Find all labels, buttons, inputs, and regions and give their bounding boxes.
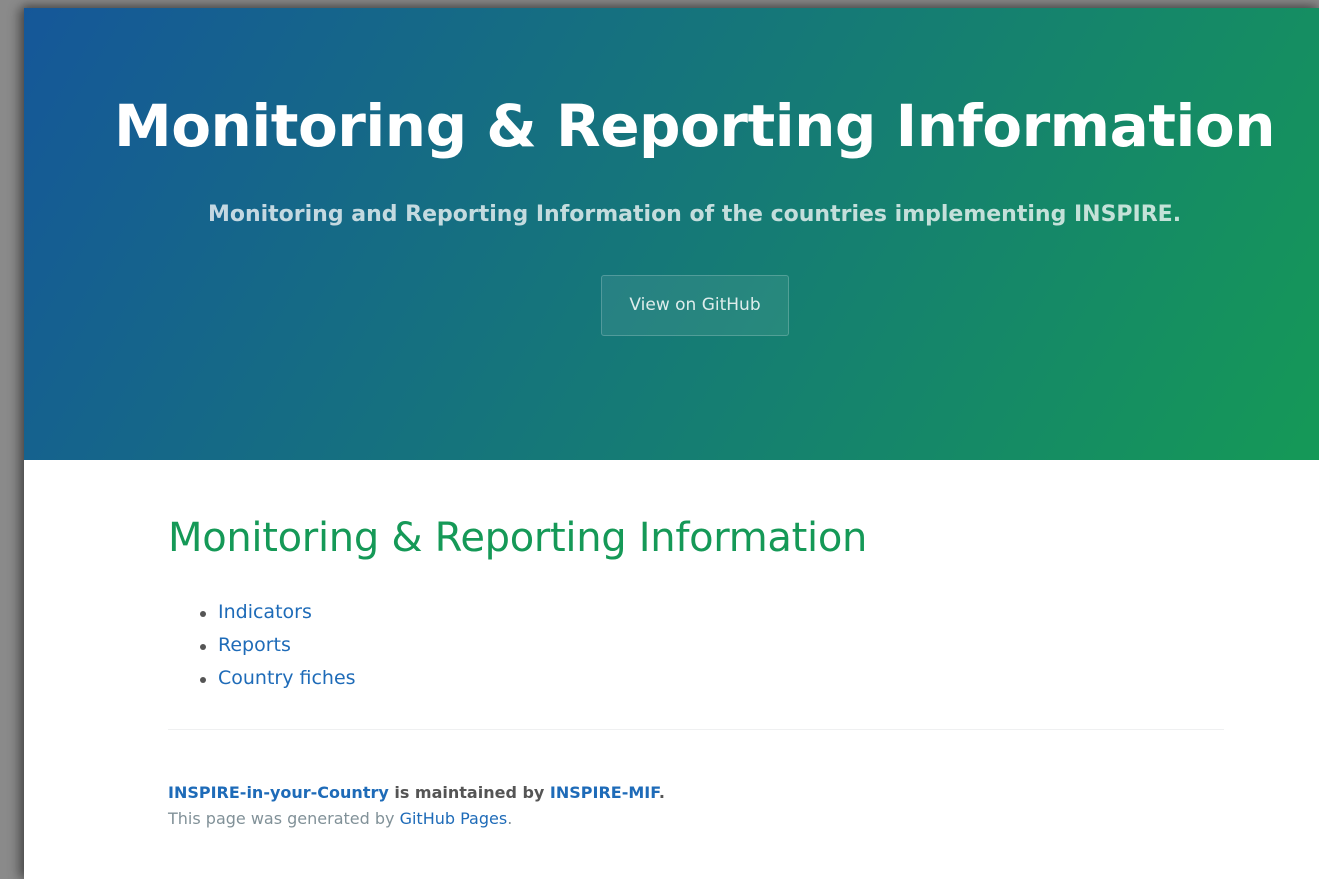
divider <box>168 729 1224 730</box>
repo-link[interactable]: INSPIRE-in-your-Country <box>168 783 389 802</box>
bullet-icon <box>200 677 206 683</box>
owner-link[interactable]: INSPIRE-MIF <box>550 783 659 802</box>
list-item: Country fiches <box>168 662 356 695</box>
browser-page: Monitoring & Reporting Information Monit… <box>24 8 1319 879</box>
project-title: Monitoring & Reporting Information <box>113 92 1276 160</box>
footer-owner: INSPIRE-in-your-Country is maintained by… <box>168 780 665 806</box>
site-footer: INSPIRE-in-your-Country is maintained by… <box>168 780 665 832</box>
main-heading: Monitoring & Reporting Information <box>168 515 868 561</box>
maintained-text: is maintained by <box>388 783 550 802</box>
github-pages-link[interactable]: GitHub Pages <box>400 809 508 828</box>
country-fiches-link[interactable]: Country fiches <box>218 667 356 689</box>
page-header-banner: Monitoring & Reporting Information Monit… <box>24 8 1319 460</box>
link-list: Indicators Reports Country fiches <box>168 596 356 695</box>
list-item: Indicators <box>168 596 356 629</box>
indicators-link[interactable]: Indicators <box>218 601 312 623</box>
credits-suffix: . <box>507 809 513 828</box>
view-on-github-button[interactable]: View on GitHub <box>601 275 789 336</box>
reports-link[interactable]: Reports <box>218 634 291 656</box>
footer-period: . <box>658 783 665 802</box>
list-item: Reports <box>168 629 356 662</box>
bullet-icon <box>200 611 206 617</box>
footer-credits: This page was generated by GitHub Pages. <box>168 806 665 832</box>
project-tagline: Monitoring and Reporting Information of … <box>207 202 1182 227</box>
bullet-icon <box>200 644 206 650</box>
credits-prefix: This page was generated by <box>168 809 400 828</box>
